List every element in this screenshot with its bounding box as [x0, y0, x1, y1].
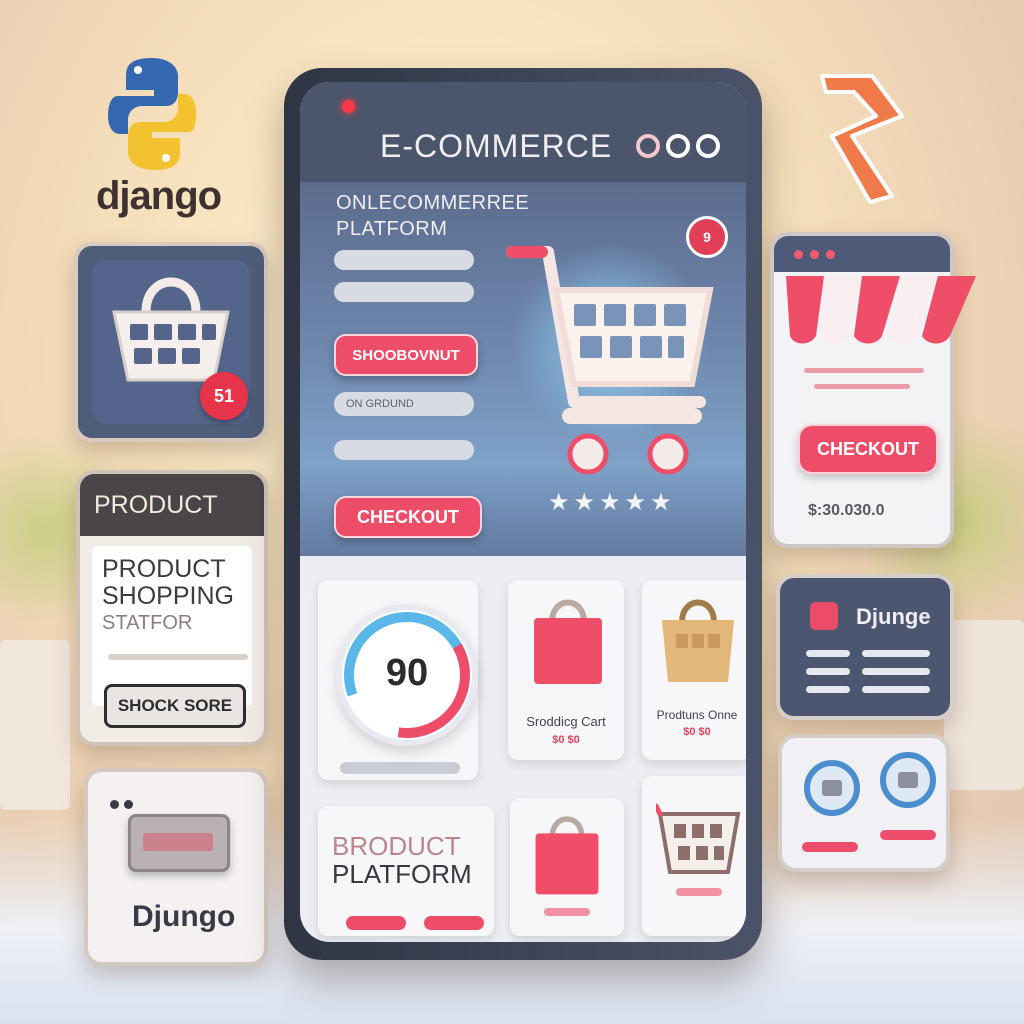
shopping-basket-icon — [656, 803, 741, 874]
app-title: E-COMMERCE — [380, 128, 613, 164]
python-logo-icon — [108, 58, 196, 170]
checkout-button[interactable]: CHECKOUT — [798, 424, 938, 474]
product-platform-line2: PLATFORM — [332, 859, 472, 889]
placeholder-line — [862, 668, 930, 675]
tile-a-price: $0 $0 — [552, 734, 580, 746]
product-line-2: SHOPPING — [102, 582, 234, 610]
price-label: $:30.030.0 — [808, 502, 885, 519]
storefront-card: CHECKOUT $:30.030.0 — [770, 232, 976, 548]
shop-now-button[interactable]: SHOOBOVNUT — [334, 334, 478, 376]
placeholder-line — [862, 650, 930, 657]
pot-left — [0, 640, 70, 810]
gauge-value: 90 — [385, 652, 429, 694]
zigzag-logo-icon — [820, 74, 904, 204]
django-info-card: Djunge — [776, 574, 954, 720]
card-pill[interactable] — [802, 842, 858, 852]
checkout-button[interactable]: CHECKOUT — [334, 496, 482, 538]
placeholder-line — [804, 368, 924, 373]
product-line-3: STATFOR — [102, 612, 193, 634]
tag-icon — [810, 602, 838, 630]
hero-placeholder-line — [334, 250, 474, 270]
hero-title-line2: PLATFORM — [336, 218, 448, 240]
django-logo-text: django — [96, 174, 222, 218]
tile-b-label: Prodtuns Onne — [656, 708, 738, 722]
product-card: PRODUCT PRODUCT SHOPPING STATFOR SHOCK S… — [76, 470, 268, 746]
rating-stars: ★★★★★ — [548, 489, 676, 516]
tile-a-label: Sroddicg Cart — [526, 714, 606, 729]
django-card-label: Djungo — [132, 900, 236, 933]
shopping-cart-icon — [506, 246, 714, 474]
basket-card[interactable]: 51 — [74, 242, 268, 442]
device-screen: E-COMMERCE ONLECOMMERREE PLATFORM 9 SHOO… — [300, 82, 746, 942]
progress-gauge: 90 — [336, 604, 478, 746]
hero-placeholder-line — [334, 440, 474, 460]
placeholder-line — [814, 384, 910, 389]
django-info-name: Djunge — [856, 604, 931, 629]
placeholder-line — [806, 668, 850, 675]
pot-right — [944, 620, 1024, 790]
tile-pill — [676, 888, 722, 896]
placeholder-line — [806, 650, 850, 657]
shopping-bag-icon — [534, 599, 602, 684]
placeholder-line — [806, 686, 850, 693]
tile-pill[interactable] — [424, 916, 484, 930]
django-card: Djungo — [84, 768, 268, 966]
hero-title: ONLECOMMERREE PLATFORM — [336, 190, 529, 242]
product-platform-title: BRODUCT PLATFORM — [332, 832, 472, 888]
credit-card-icon — [128, 814, 230, 872]
card-pill[interactable] — [880, 830, 936, 840]
product-line-1: PRODUCT — [102, 555, 226, 583]
basket-count-badge: 51 — [200, 372, 248, 420]
tote-bag-icon — [662, 599, 734, 682]
hero-placeholder-line — [334, 282, 474, 302]
hero-title-line1: ONLECOMMERREE — [336, 192, 530, 214]
product-progress-bar — [108, 654, 248, 660]
camera-dot-icon — [342, 100, 355, 113]
window-dots — [110, 796, 138, 814]
window-controls[interactable] — [630, 134, 720, 163]
storefront-header — [774, 236, 950, 272]
placeholder-line — [862, 686, 930, 693]
awning-icon — [786, 276, 976, 344]
toggle-card — [778, 734, 950, 872]
ground-field[interactable]: ON GRDUND — [334, 392, 474, 416]
product-card-body: PRODUCT SHOPPING STATFOR — [92, 546, 252, 706]
app-topbar: E-COMMERCE — [300, 82, 746, 182]
shopping-bag-icon — [535, 816, 599, 895]
record-icon[interactable] — [804, 760, 860, 816]
tile-b-price: $0 $0 — [683, 726, 711, 738]
product-platform-line1: BRODUCT — [332, 831, 461, 861]
record-icon[interactable] — [880, 752, 936, 808]
tile-pill[interactable] — [346, 916, 406, 930]
tile-pill — [544, 908, 590, 916]
main-device: E-COMMERCE ONLECOMMERREE PLATFORM 9 SHOO… — [284, 68, 762, 960]
gauge-bar — [340, 762, 460, 774]
shock-store-button[interactable]: SHOCK SORE — [104, 684, 246, 728]
product-card-header: PRODUCT — [80, 474, 264, 536]
